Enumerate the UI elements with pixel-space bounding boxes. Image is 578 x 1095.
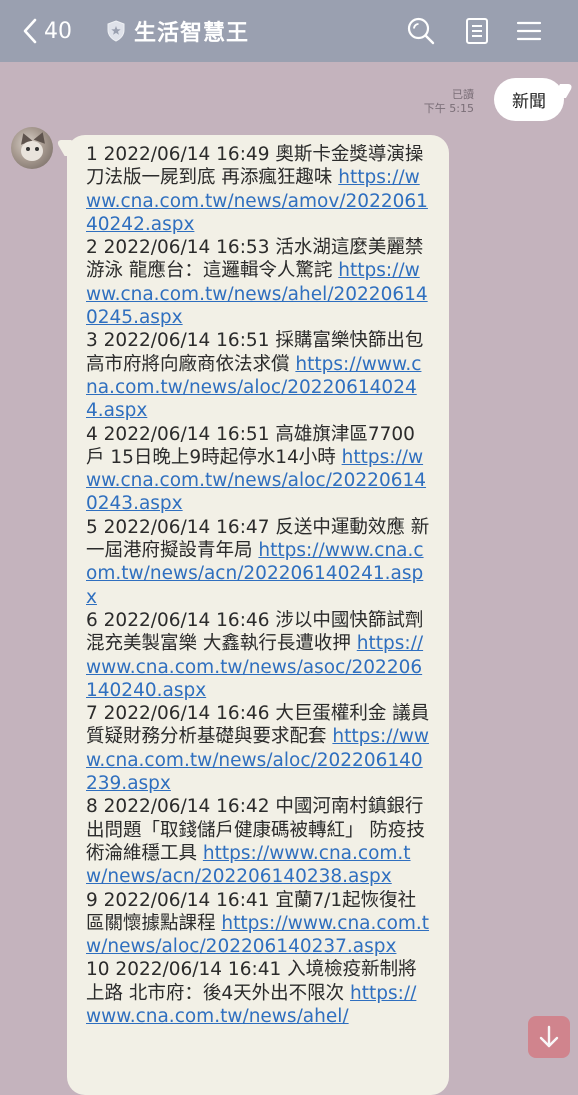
chat-title: 生活智慧王 xyxy=(134,21,250,46)
incoming-message-text: 1 2022/06/14 16:49 奧斯卡金獎導演操刀法版一屍到底 再添瘋狂趣… xyxy=(86,143,431,1028)
list-item: 3 2022/06/14 16:51 採購富樂快篩出包 高市府將向廠商依法求償 … xyxy=(86,329,431,422)
unread-count: 40 xyxy=(44,18,72,44)
list-item: 7 2022/06/14 16:46 大巨蛋權利金 議員質疑財務分析基礎與要求配… xyxy=(86,702,431,795)
notes-icon xyxy=(466,18,488,44)
read-receipt: 已讀 下午 5:15 xyxy=(424,88,474,116)
notes-button[interactable] xyxy=(463,16,493,46)
list-item: 6 2022/06/14 16:46 涉以中國快篩試劑混充美製富樂 大鑫執行長遭… xyxy=(86,609,431,702)
list-item: 1 2022/06/14 16:49 奧斯卡金獎導演操刀法版一屍到底 再添瘋狂趣… xyxy=(86,143,431,236)
read-status: 已讀 xyxy=(452,88,474,101)
search-icon xyxy=(407,17,435,45)
back-button[interactable]: 40 xyxy=(22,16,72,46)
menu-icon xyxy=(516,21,542,41)
list-item: 10 2022/06/14 16:41 入境檢疫新制將上路 北市府：後4天外出不… xyxy=(86,958,431,1028)
list-item: 9 2022/06/14 16:41 宜蘭7/1起恢復社區關懷據點課程 http… xyxy=(86,889,431,959)
scroll-to-bottom-button[interactable] xyxy=(528,1016,570,1058)
list-item: 5 2022/06/14 16:47 反送中運動效應 新一屆港府擬設青年局 ht… xyxy=(86,516,431,609)
list-item: 4 2022/06/14 16:51 高雄旗津區7700戶 15日晚上9時起停水… xyxy=(86,423,431,516)
outgoing-bubble[interactable]: 新聞 xyxy=(494,78,564,121)
arrow-down-icon xyxy=(539,1025,559,1048)
list-item: 8 2022/06/14 16:42 中國河南村鎮銀行出問題「取錢儲戶健康碼被轉… xyxy=(86,795,431,888)
avatar[interactable] xyxy=(11,127,53,169)
shield-icon xyxy=(107,20,125,42)
back-chevron-icon xyxy=(23,18,37,44)
chat-header: 40 生活智慧王 xyxy=(0,0,578,62)
chat-title-area[interactable]: 生活智慧王 xyxy=(106,14,249,48)
search-button[interactable] xyxy=(406,16,436,46)
message-time: 下午 5:15 xyxy=(423,102,474,115)
menu-button[interactable] xyxy=(515,16,545,46)
list-item: 2 2022/06/14 16:53 活水湖這麼美麗禁游泳 龍應台：這邏輯令人驚… xyxy=(86,236,431,329)
